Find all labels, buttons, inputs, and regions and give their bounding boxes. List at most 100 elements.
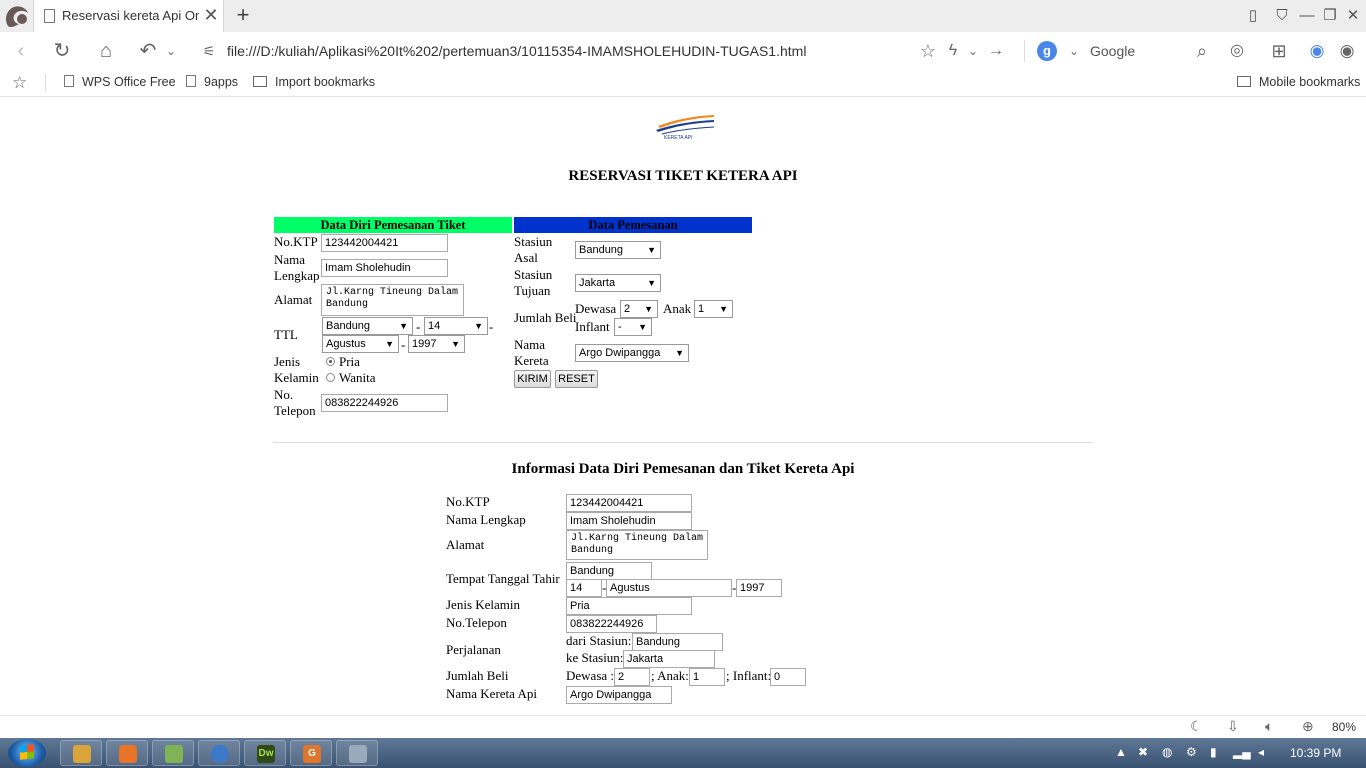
import-icon	[253, 76, 267, 87]
mobile-bookmarks[interactable]: Mobile bookmarks	[1237, 75, 1360, 89]
search-engine-icon[interactable]: g	[1037, 41, 1057, 61]
dewasa-select[interactable]: 2 ▼	[620, 300, 658, 318]
app-icon	[165, 745, 183, 763]
stasiun-tujuan-select[interactable]: Jakarta ▼	[575, 274, 661, 292]
star-icon[interactable]: ☆	[12, 73, 27, 93]
info-dari-output[interactable]: Bandung	[632, 633, 723, 651]
home-icon[interactable]: ⌂	[93, 39, 119, 63]
search-input[interactable]: Google	[1090, 43, 1135, 59]
select-value: 1997	[412, 338, 437, 350]
zoom-level[interactable]: 80%	[1332, 720, 1356, 734]
info-nama-output[interactable]: Imam Sholehudin	[566, 512, 692, 530]
network-icon[interactable]: ▂▄	[1233, 745, 1251, 759]
zoom-in-icon[interactable]: ⊕	[1302, 718, 1314, 735]
download-icon[interactable]: ⇩	[1227, 718, 1239, 735]
restore-icon[interactable]: ❐	[1319, 5, 1341, 27]
forward-arrow-icon[interactable]: →	[983, 39, 1009, 63]
bookmark-import[interactable]: Import bookmarks	[253, 75, 375, 89]
new-tab-icon[interactable]: +	[232, 3, 254, 27]
nama-input[interactable]: Imam Sholehudin	[321, 259, 448, 277]
info-jk-output[interactable]: Pria	[566, 597, 692, 615]
info-inflant-output[interactable]: 0	[770, 668, 806, 686]
uc-browser-taskbar-button[interactable]	[106, 740, 148, 766]
battery-icon[interactable]: ▮	[1210, 745, 1217, 759]
divider	[45, 74, 46, 92]
reading-mode-icon[interactable]: ▯	[1242, 5, 1264, 27]
extension-icon[interactable]: ◉	[1304, 39, 1330, 63]
bookmark-wps-office[interactable]: WPS Office Free	[64, 75, 176, 89]
tray-app-icon[interactable]: ⚙	[1186, 745, 1197, 759]
alamat-textarea[interactable]: Jl.Karng Tineung Dalam Bandung	[321, 284, 464, 316]
app-taskbar-button[interactable]	[152, 740, 194, 766]
info-ttl-day-output[interactable]: 14	[566, 579, 602, 597]
show-hidden-icons-icon[interactable]: ▲	[1115, 745, 1127, 759]
dash: -	[416, 319, 421, 334]
close-window-icon[interactable]: ✕	[1342, 5, 1364, 27]
tray-app-icon[interactable]: ◍	[1162, 745, 1172, 759]
radio-wanita[interactable]	[326, 373, 335, 382]
start-button[interactable]	[8, 739, 46, 767]
bookmark-label: Import bookmarks	[275, 75, 376, 89]
info-alamat-output[interactable]: Jl.Karng Tineung Dalam Bandung	[566, 530, 708, 560]
search-icon[interactable]: ⌕	[1189, 39, 1215, 63]
uc-browser-logo-icon[interactable]	[2, 2, 32, 30]
apps-grid-icon[interactable]: ⊞	[1266, 39, 1292, 63]
nama-kereta-select[interactable]: Argo Dwipangga ▼	[575, 344, 689, 362]
chevron-down-icon[interactable]: ⌄	[158, 39, 184, 63]
dropdown-arrow-icon: ▼	[385, 339, 394, 349]
explorer-taskbar-button[interactable]	[60, 740, 102, 766]
bookmark-9apps[interactable]: 9apps	[186, 75, 238, 89]
star-bookmark-icon[interactable]: ☆	[915, 39, 941, 63]
info-ktp-output[interactable]: 123442004421	[566, 494, 692, 512]
stasiun-asal-select[interactable]: Bandung ▼	[575, 241, 661, 259]
nama-label: Lengkap	[274, 268, 320, 283]
radio-pria[interactable]	[326, 357, 335, 366]
kereta-label: Kereta	[514, 353, 549, 368]
ttl-month-select[interactable]: Agustus ▼	[322, 335, 399, 353]
tray-app-icon[interactable]: ✖	[1138, 745, 1148, 759]
tab-title: Reservasi kereta Api Onlin	[62, 8, 199, 23]
volume-icon[interactable]: 🔈︎	[1265, 718, 1273, 735]
kirim-button[interactable]: KIRIM	[514, 370, 551, 388]
back-icon[interactable]: ‹	[8, 39, 34, 63]
inflant-label: Inflant	[575, 319, 610, 334]
info-ttl-place-output[interactable]: Bandung	[566, 562, 652, 580]
wifi-share-icon[interactable]: ◎	[1224, 39, 1250, 63]
reload-icon[interactable]: ↻	[49, 39, 75, 63]
close-tab-icon[interactable]: ✕	[202, 4, 220, 26]
ktp-label: No.KTP	[274, 234, 318, 249]
info-ttl-month-output[interactable]: Agustus	[606, 579, 732, 597]
info-telp-output[interactable]: 083822244926	[566, 615, 657, 633]
app-taskbar-button[interactable]: G	[290, 740, 332, 766]
page-icon	[44, 9, 55, 23]
ttl-day-select[interactable]: 14 ▼	[424, 317, 488, 335]
volume-icon[interactable]: ◂	[1258, 745, 1264, 759]
night-mode-icon[interactable]: ☾	[1190, 718, 1203, 735]
dropdown-arrow-icon: ▼	[644, 304, 653, 314]
info-ttl-year-output[interactable]: 1997	[736, 579, 782, 597]
clock[interactable]: 10:39 PM	[1290, 746, 1341, 760]
inflant-select[interactable]: - ▼	[614, 318, 652, 336]
ttl-place-select[interactable]: Bandung ▼	[322, 317, 413, 335]
dropdown-arrow-icon: ▼	[451, 339, 460, 349]
info-dewasa-output[interactable]: 2	[614, 668, 650, 686]
ttl-year-select[interactable]: 1997 ▼	[408, 335, 465, 353]
info-anak-output[interactable]: 1	[689, 668, 725, 686]
chrome-taskbar-button[interactable]	[198, 740, 240, 766]
info-ktp-label: No.KTP	[446, 494, 490, 509]
shirt-skin-icon[interactable]: ⛉	[1271, 5, 1293, 27]
anak-select[interactable]: 1 ▼	[694, 300, 733, 318]
select-value: -	[618, 321, 622, 333]
reset-button[interactable]: RESET	[555, 370, 598, 388]
info-ke-output[interactable]: Jakarta	[623, 650, 715, 668]
dreamweaver-taskbar-button[interactable]: Dw	[244, 740, 286, 766]
telp-input[interactable]: 083822244926	[321, 394, 448, 412]
ktp-input[interactable]: 123442004421	[321, 234, 448, 252]
active-tab[interactable]: Reservasi kereta Api Onlin ✕	[33, 0, 224, 32]
app-taskbar-button[interactable]	[336, 740, 378, 766]
menu-icon[interactable]: ◉	[1334, 39, 1360, 63]
info-kereta-output[interactable]: Argo Dwipangga	[566, 686, 672, 704]
address-bar[interactable]: file:///D:/kuliah/Aplikasi%20It%202/pert…	[227, 43, 806, 59]
chevron-down-icon[interactable]: ⌄	[1061, 39, 1087, 63]
minimize-icon[interactable]: —	[1296, 5, 1318, 27]
